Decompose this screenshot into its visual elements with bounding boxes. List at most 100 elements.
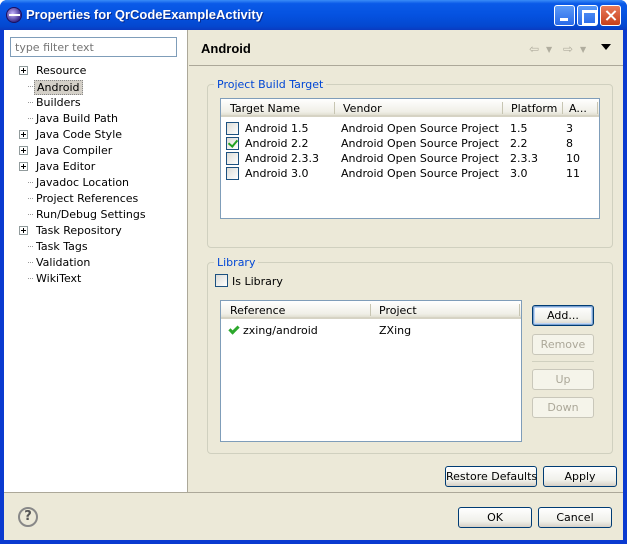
tree-item[interactable]: Javadoc Location (4, 175, 188, 191)
apply-button[interactable]: Apply (543, 466, 617, 487)
target-checkbox[interactable] (226, 167, 239, 180)
column-divider[interactable] (502, 102, 503, 114)
tree-item-label[interactable]: Java Editor (34, 160, 97, 173)
tree-item-label[interactable]: Run/Debug Settings (34, 208, 148, 221)
move-down-button[interactable]: Down (532, 397, 594, 418)
tree-item[interactable]: Java Code Style (4, 127, 188, 143)
cell-api: 10 (566, 152, 580, 165)
column-api-level[interactable]: A... (569, 102, 587, 115)
tree-connector (28, 86, 33, 87)
tree-item-label[interactable]: Task Repository (34, 224, 124, 237)
ok-button[interactable]: OK (458, 507, 532, 528)
column-divider[interactable] (519, 304, 520, 316)
tree-item-label[interactable]: Java Code Style (34, 128, 124, 141)
target-checkbox[interactable] (226, 137, 239, 150)
column-divider[interactable] (562, 102, 563, 114)
tree-item[interactable]: Java Editor (4, 159, 188, 175)
expand-icon[interactable] (19, 226, 28, 235)
cell-platform: 2.3.3 (510, 152, 538, 165)
tree-item-label[interactable]: Java Compiler (34, 144, 114, 157)
tree-item-label[interactable]: Project References (34, 192, 140, 205)
tree-item[interactable]: Task Tags (4, 239, 188, 255)
tree-item-label[interactable]: Builders (34, 96, 83, 109)
valid-check-icon (228, 323, 240, 335)
tree-item[interactable]: Java Build Path (4, 111, 188, 127)
page-title: Android (201, 41, 251, 56)
tree-connector (28, 182, 33, 183)
column-divider[interactable] (597, 102, 598, 114)
title-bar[interactable]: Properties for QrCodeExampleActivity (0, 0, 627, 30)
move-up-button[interactable]: Up (532, 369, 594, 390)
page-header: Android ⇦ ▼ ⇨ ▼ (189, 30, 623, 66)
expand-icon[interactable] (19, 130, 28, 139)
tree-item[interactable]: Builders (4, 95, 188, 111)
tree-item[interactable]: WikiText (4, 271, 188, 287)
build-target-table-header: Target Name Vendor Platform A... (221, 99, 599, 117)
tree-item-label[interactable]: WikiText (34, 272, 83, 285)
target-checkbox[interactable] (226, 122, 239, 135)
eclipse-icon (6, 7, 22, 23)
table-row[interactable]: zxing/android ZXing (221, 323, 521, 338)
table-row[interactable]: Android 2.3.3 Android Open Source Project… (221, 151, 599, 166)
tree-item-label[interactable]: Resource (34, 64, 88, 77)
cell-vendor: Android Open Source Project (341, 137, 499, 150)
restore-defaults-button[interactable]: Restore Defaults (445, 466, 537, 487)
cell-vendor: Android Open Source Project (341, 152, 499, 165)
properties-window: Properties for QrCodeExampleActivity Res… (0, 0, 627, 544)
table-row[interactable]: Android 1.5 Android Open Source Project 1.… (221, 121, 599, 136)
column-divider[interactable] (370, 304, 371, 316)
tree-connector (28, 262, 33, 263)
tree-item[interactable]: Resource (4, 63, 188, 79)
tree-connector (28, 198, 33, 199)
cell-platform: 2.2 (510, 137, 528, 150)
cell-name: Android 2.2 (245, 137, 309, 150)
column-project[interactable]: Project (379, 304, 417, 317)
close-button[interactable] (600, 5, 621, 26)
tree-item-label[interactable]: Task Tags (34, 240, 90, 253)
minimize-button[interactable] (554, 5, 575, 26)
filter-input[interactable] (10, 37, 177, 57)
cancel-button[interactable]: Cancel (538, 507, 612, 528)
target-checkbox[interactable] (226, 152, 239, 165)
tree-item-label[interactable]: Java Build Path (34, 112, 120, 125)
expand-icon[interactable] (19, 66, 28, 75)
cell-vendor: Android Open Source Project (341, 167, 499, 180)
tree-item-label[interactable]: Validation (34, 256, 92, 269)
column-vendor[interactable]: Vendor (343, 102, 382, 115)
tree-connector (28, 214, 33, 215)
back-arrow-icon[interactable]: ⇦ (529, 42, 539, 56)
view-menu-icon[interactable] (601, 44, 611, 50)
build-target-table[interactable]: Target Name Vendor Platform A... Android… (220, 98, 600, 219)
library-table[interactable]: Reference Project zxing/android ZXing (220, 300, 522, 442)
column-divider[interactable] (334, 102, 335, 114)
cell-api: 8 (566, 137, 573, 150)
table-row[interactable]: Android 2.2 Android Open Source Project 2.… (221, 136, 599, 151)
is-library-checkbox-box[interactable] (215, 274, 228, 287)
tree-item-label[interactable]: Javadoc Location (34, 176, 131, 189)
expand-icon[interactable] (19, 146, 28, 155)
tree-item[interactable]: Task Repository (4, 223, 188, 239)
footer-divider (4, 492, 623, 493)
tree-item[interactable]: Project References (4, 191, 188, 207)
remove-library-button[interactable]: Remove (532, 334, 594, 355)
cell-project: ZXing (379, 324, 412, 337)
tree-item[interactable]: Run/Debug Settings (4, 207, 188, 223)
tree-item-label[interactable]: Android (34, 80, 83, 95)
add-library-button[interactable]: Add... (532, 305, 594, 326)
table-row[interactable]: Android 3.0 Android Open Source Project 3.… (221, 166, 599, 181)
back-dropdown-icon[interactable]: ▼ (546, 45, 552, 54)
forward-dropdown-icon[interactable]: ▼ (580, 45, 586, 54)
expand-icon[interactable] (19, 162, 28, 171)
column-target-name[interactable]: Target Name (230, 102, 300, 115)
is-library-label[interactable]: Is Library (232, 275, 283, 288)
tree-item[interactable]: Java Compiler (4, 143, 188, 159)
forward-arrow-icon[interactable]: ⇨ (563, 42, 573, 56)
maximize-button[interactable] (577, 5, 598, 26)
tree-item[interactable]: Validation (4, 255, 188, 271)
cell-reference: zxing/android (243, 324, 318, 337)
tree-item[interactable]: Android (4, 79, 188, 95)
column-platform[interactable]: Platform (511, 102, 557, 115)
help-icon[interactable]: ? (18, 507, 38, 527)
tree-connector (28, 278, 33, 279)
column-reference[interactable]: Reference (230, 304, 285, 317)
